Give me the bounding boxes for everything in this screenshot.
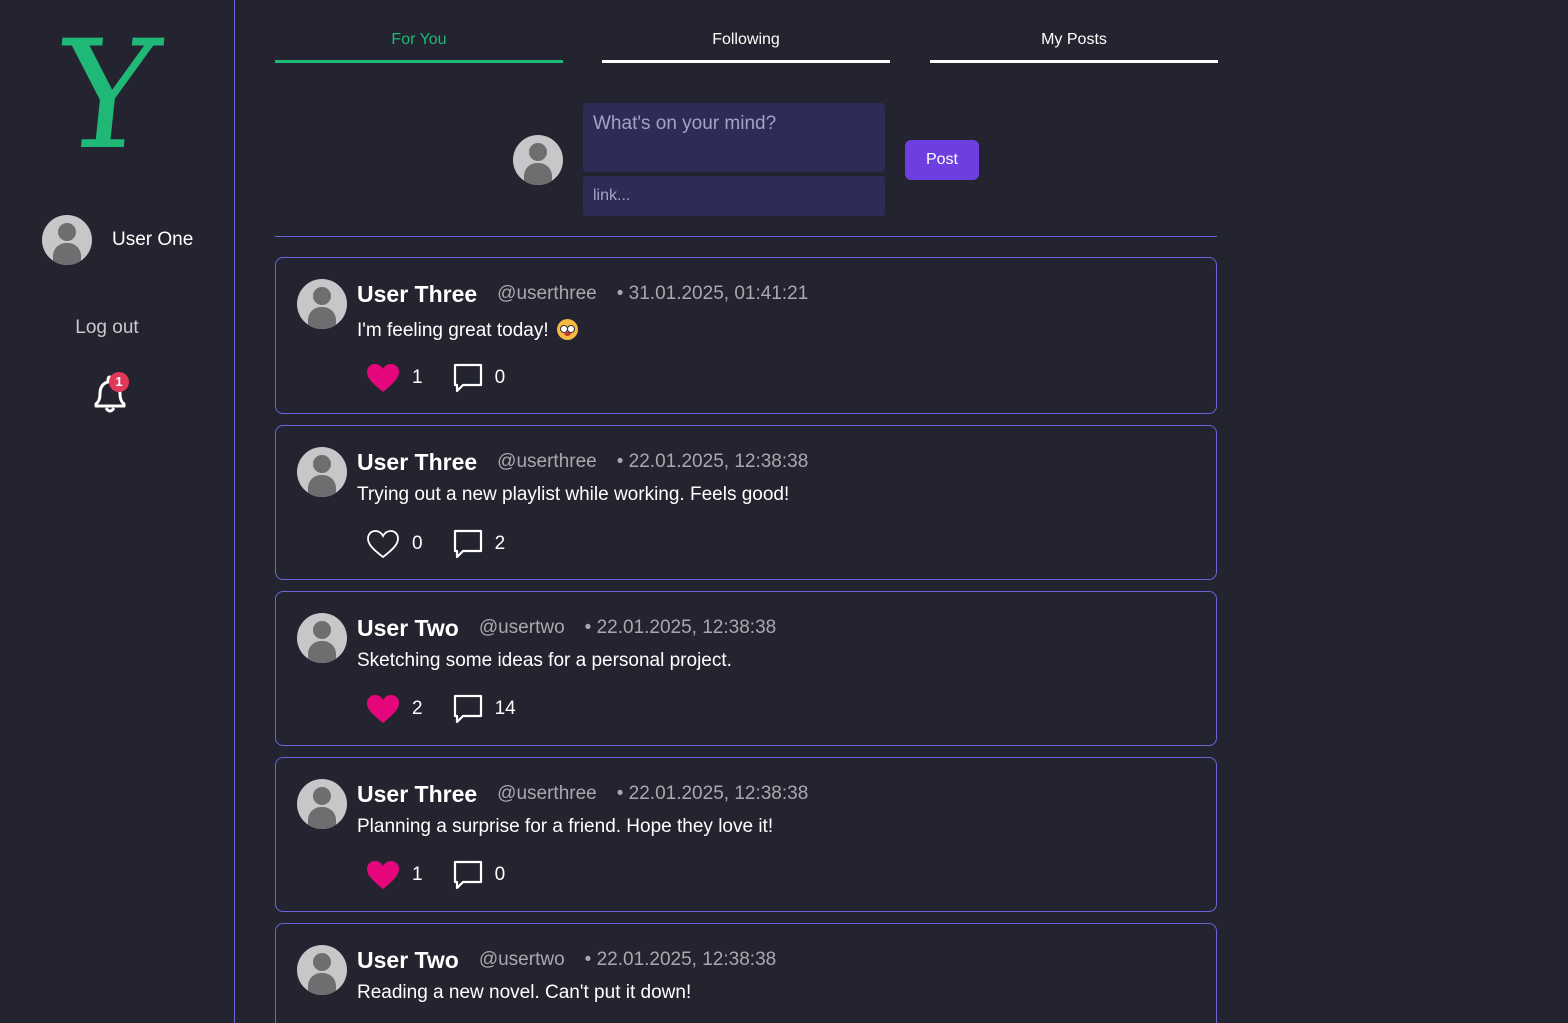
post-actions: 0 2: [366, 528, 505, 560]
current-user-name: User One: [112, 229, 194, 250]
post-composer: Post: [275, 102, 1217, 237]
post-body-text: I'm feeling great today!: [357, 320, 549, 341]
post-header: User Two @usertwo • 22.01.2025, 12:38:38: [357, 945, 776, 975]
heart-filled-icon: [367, 364, 399, 392]
post-author-name[interactable]: User Two: [357, 615, 459, 642]
comment-icon: [453, 694, 482, 724]
app-root: Y User One Log out 1 For You Following M…: [0, 0, 1568, 1023]
comment-count: 2: [494, 533, 506, 554]
post-author-name[interactable]: User Three: [357, 781, 477, 808]
post-body: Sketching some ideas for a personal proj…: [357, 650, 732, 671]
heart-filled-icon: [367, 695, 399, 723]
avatar: [42, 215, 92, 265]
like-count: 1: [412, 367, 423, 388]
tab-my-posts[interactable]: My Posts: [930, 0, 1218, 63]
avatar[interactable]: [297, 945, 347, 995]
like-button[interactable]: 0: [366, 529, 423, 559]
post-body: I'm feeling great today!: [357, 319, 578, 342]
comment-button[interactable]: 0: [453, 363, 506, 393]
post-actions: 1 0: [366, 362, 505, 394]
comment-icon: [453, 529, 482, 559]
post-header: User Three @userthree • 22.01.2025, 12:3…: [357, 779, 808, 809]
post-author-handle[interactable]: @userthree: [497, 783, 597, 805]
post-button[interactable]: Post: [905, 140, 979, 180]
like-button[interactable]: 2: [366, 694, 423, 724]
post-timestamp: • 22.01.2025, 12:38:38: [616, 783, 809, 804]
comment-button[interactable]: 14: [453, 694, 516, 724]
avatar[interactable]: [297, 279, 347, 329]
like-count: 0: [412, 533, 423, 554]
comment-count: 14: [494, 698, 516, 719]
post-link-input[interactable]: [583, 176, 885, 216]
post-timestamp: • 22.01.2025, 12:38:38: [584, 949, 777, 970]
comment-count: 0: [494, 864, 506, 885]
heart-filled-icon: [367, 861, 399, 889]
post-body: Trying out a new playlist while working.…: [357, 484, 790, 505]
comment-icon: [453, 363, 482, 393]
post-author-handle[interactable]: @usertwo: [479, 617, 565, 639]
comment-count: 0: [494, 367, 506, 388]
post-timestamp: • 31.01.2025, 01:41:21: [616, 283, 809, 304]
post-author-handle[interactable]: @userthree: [497, 451, 597, 473]
notifications-button[interactable]: 1: [88, 372, 132, 416]
post-header: User Three @userthree • 22.01.2025, 12:3…: [357, 447, 808, 477]
like-count: 2: [412, 698, 423, 719]
tab-following[interactable]: Following: [602, 0, 890, 63]
heart-outline-icon: [367, 530, 399, 559]
avatar[interactable]: [297, 779, 347, 829]
like-button[interactable]: 1: [366, 363, 423, 393]
post-actions: 1 0: [366, 859, 505, 891]
post-card[interactable]: User Three @userthree • 22.01.2025, 12:3…: [275, 425, 1217, 580]
smiling-face-emoji-icon: [556, 319, 578, 340]
comment-button[interactable]: 0: [453, 860, 506, 890]
tab-for-you[interactable]: For You: [275, 0, 563, 63]
like-count: 1: [412, 864, 423, 885]
like-button[interactable]: 1: [366, 860, 423, 890]
post-header: User Three @userthree • 31.01.2025, 01:4…: [357, 279, 808, 309]
post-actions: 2 14: [366, 693, 516, 725]
post-author-handle[interactable]: @userthree: [497, 283, 597, 305]
post-header: User Two @usertwo • 22.01.2025, 12:38:38: [357, 613, 776, 643]
comment-button[interactable]: 2: [453, 529, 506, 559]
post-feed: User Three @userthree • 31.01.2025, 01:4…: [275, 257, 1217, 1023]
post-card[interactable]: User Three @userthree • 22.01.2025, 12:3…: [275, 757, 1217, 912]
sidebar: Y User One Log out 1: [0, 0, 235, 1023]
post-timestamp: • 22.01.2025, 12:38:38: [584, 617, 777, 638]
comment-icon: [453, 860, 482, 890]
logout-button[interactable]: Log out: [0, 317, 214, 339]
avatar: [513, 135, 563, 185]
post-card[interactable]: User Three @userthree • 31.01.2025, 01:4…: [275, 257, 1217, 414]
avatar[interactable]: [297, 613, 347, 663]
avatar[interactable]: [297, 447, 347, 497]
post-author-handle[interactable]: @usertwo: [479, 949, 565, 971]
post-text-input[interactable]: [583, 103, 885, 172]
post-body: Planning a surprise for a friend. Hope t…: [357, 816, 774, 837]
post-timestamp: • 22.01.2025, 12:38:38: [616, 451, 809, 472]
post-card[interactable]: User Two @usertwo • 22.01.2025, 12:38:38…: [275, 923, 1217, 1023]
current-user[interactable]: User One: [42, 215, 193, 265]
post-card[interactable]: User Two @usertwo • 22.01.2025, 12:38:38…: [275, 591, 1217, 746]
feed-tabs: For You Following My Posts: [275, 0, 1218, 64]
app-logo[interactable]: Y: [43, 9, 172, 183]
post-author-name[interactable]: User Three: [357, 449, 477, 476]
post-author-name[interactable]: User Three: [357, 281, 477, 308]
post-author-name[interactable]: User Two: [357, 947, 459, 974]
post-body: Reading a new novel. Can't put it down!: [357, 982, 692, 1003]
notification-badge: 1: [109, 372, 129, 392]
